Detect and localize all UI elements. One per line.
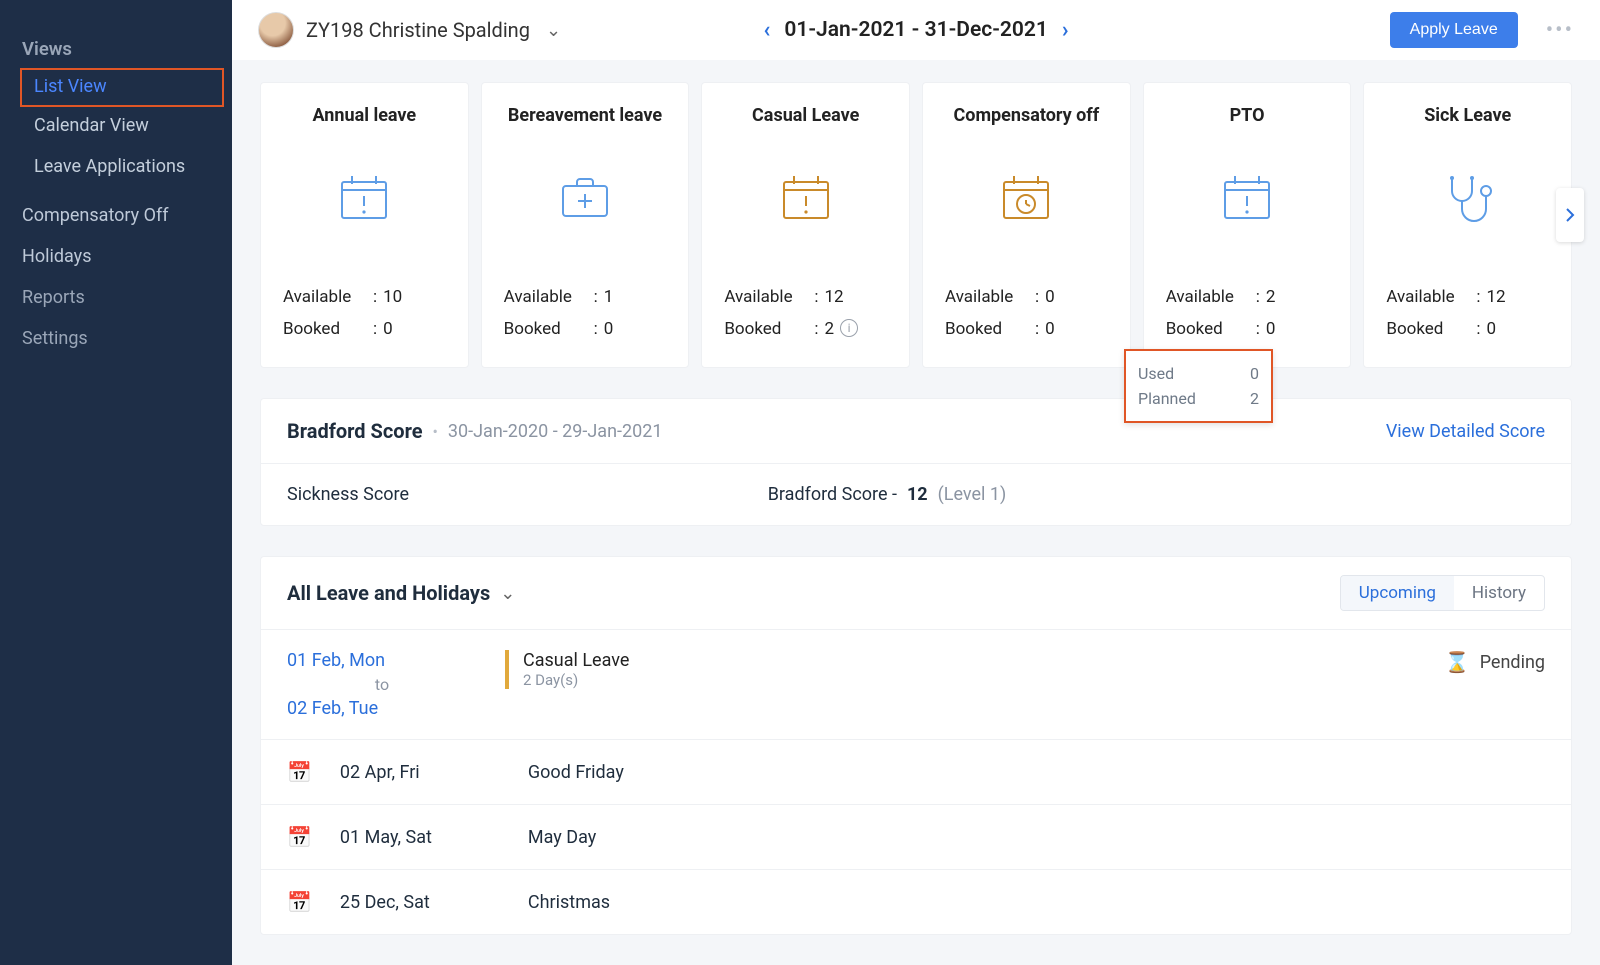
holiday-date: 25 Dec, Sat [340, 892, 500, 913]
bradford-score-label: Bradford Score - [768, 484, 897, 505]
leave-card-title: Annual leave [313, 105, 417, 126]
leave-card-title: Sick Leave [1424, 105, 1511, 126]
info-icon[interactable]: i [840, 319, 858, 337]
bradford-level: (Level 1) [938, 484, 1007, 505]
allleave-tabs: Upcoming History [1340, 575, 1545, 611]
leave-card-bereavement[interactable]: Bereavement leave Available:1 Booked:0 [481, 82, 690, 368]
date-range-selector: ‹ 01-Jan-2021 - 31-Dec-2021 › [763, 18, 1068, 43]
leave-from-date: 01 Feb, Mon [287, 650, 477, 671]
leave-card-sick[interactable]: Sick Leave Available:12 Booked:0 [1363, 82, 1572, 368]
sidebar-item-reports[interactable]: Reports [0, 277, 232, 318]
calendar-alert-icon [338, 170, 390, 226]
holiday-name: May Day [528, 827, 596, 848]
holiday-row[interactable]: 📅 02 Apr, Fri Good Friday [261, 739, 1571, 804]
chevron-down-icon[interactable]: ⌄ [500, 583, 515, 604]
apply-leave-button[interactable]: Apply Leave [1390, 12, 1518, 48]
calendar-clock-icon [1000, 170, 1052, 226]
medical-kit-icon [559, 170, 611, 226]
leave-to-date: 02 Feb, Tue [287, 698, 477, 719]
main: ZY198 Christine Spalding ⌄ ‹ 01-Jan-2021… [232, 0, 1600, 965]
calendar-alert-icon [780, 170, 832, 226]
topbar: ZY198 Christine Spalding ⌄ ‹ 01-Jan-2021… [232, 0, 1600, 60]
date-next-icon[interactable]: › [1062, 18, 1069, 43]
date-prev-icon[interactable]: ‹ [763, 18, 770, 43]
leave-days: 2 Day(s) [523, 671, 629, 689]
hourglass-icon: ⌛ [1445, 650, 1470, 674]
bradford-detail-link[interactable]: View Detailed Score [1386, 421, 1545, 442]
content: Annual leave Available:10 Booked:0 Berea… [232, 60, 1600, 935]
holiday-date: 02 Apr, Fri [340, 762, 500, 783]
leave-card-casual[interactable]: Casual Leave Available:12 Booked:2i [701, 82, 910, 368]
tab-upcoming[interactable]: Upcoming [1341, 576, 1454, 610]
sidebar-item-compensatory-off[interactable]: Compensatory Off [0, 195, 232, 236]
holiday-row[interactable]: 📅 25 Dec, Sat Christmas [261, 869, 1571, 934]
sickness-score-label: Sickness Score [287, 484, 409, 505]
sidebar-item-list-view[interactable]: List View [34, 76, 210, 97]
holiday-row[interactable]: 📅 01 May, Sat May Day [261, 804, 1571, 869]
sidebar-item-calendar-view[interactable]: Calendar View [0, 105, 232, 146]
more-menu-icon[interactable]: ••• [1546, 18, 1574, 43]
sidebar-section-views: Views [0, 28, 232, 70]
leave-card-title: Casual Leave [752, 105, 859, 126]
leave-card-pto[interactable]: PTO Available:2 Booked:0 [1143, 82, 1352, 368]
calendar-icon: 📅 [287, 760, 312, 784]
leave-card-title: PTO [1230, 105, 1265, 126]
chevron-down-icon[interactable]: ⌄ [546, 20, 561, 41]
holiday-date: 01 May, Sat [340, 827, 500, 848]
leave-card-title: Bereavement leave [508, 105, 662, 126]
calendar-icon: 📅 [287, 825, 312, 849]
calendar-icon: 📅 [287, 890, 312, 914]
sidebar: Views List View Calendar View Leave Appl… [0, 0, 232, 965]
leave-card-title: Compensatory off [954, 105, 1100, 126]
leave-card-compoff[interactable]: Compensatory off Available:0 Booked:0 [922, 82, 1131, 368]
sidebar-item-holidays[interactable]: Holidays [0, 236, 232, 277]
bradford-panel: Bradford Score • 30-Jan-2020 - 29-Jan-20… [260, 398, 1572, 526]
sidebar-item-list-view-highlight: List View [20, 68, 224, 107]
bradford-title: Bradford Score [287, 419, 423, 443]
allleave-panel: All Leave and Holidays ⌄ Upcoming Histor… [260, 556, 1572, 935]
holiday-name: Good Friday [528, 762, 624, 783]
leave-type: Casual Leave [523, 650, 629, 671]
leave-card-annual[interactable]: Annual leave Available:10 Booked:0 [260, 82, 469, 368]
stethoscope-icon [1440, 170, 1496, 226]
bradford-score-value: 12 [907, 484, 928, 505]
allleave-title[interactable]: All Leave and Holidays [287, 581, 490, 605]
leave-cards-row: Annual leave Available:10 Booked:0 Berea… [260, 82, 1572, 368]
booked-breakdown-tooltip: Used0 Planned2 [1124, 349, 1273, 423]
leave-entry-row[interactable]: 01 Feb, Mon to 02 Feb, Tue Casual Leave … [261, 629, 1571, 739]
calendar-alert-icon [1221, 170, 1273, 226]
sidebar-item-leave-applications[interactable]: Leave Applications [0, 146, 232, 187]
bradford-range: 30-Jan-2020 - 29-Jan-2021 [448, 421, 663, 442]
cards-next-icon[interactable] [1556, 188, 1584, 242]
sidebar-item-settings[interactable]: Settings [0, 318, 232, 359]
holiday-name: Christmas [528, 892, 610, 913]
tab-history[interactable]: History [1454, 576, 1544, 610]
date-range-label[interactable]: 01-Jan-2021 - 31-Dec-2021 [784, 18, 1048, 42]
user-selector-label[interactable]: ZY198 Christine Spalding [306, 18, 530, 42]
leave-to-label: to [287, 675, 477, 694]
leave-status: ⌛ Pending [1445, 650, 1545, 674]
avatar[interactable] [258, 12, 294, 48]
